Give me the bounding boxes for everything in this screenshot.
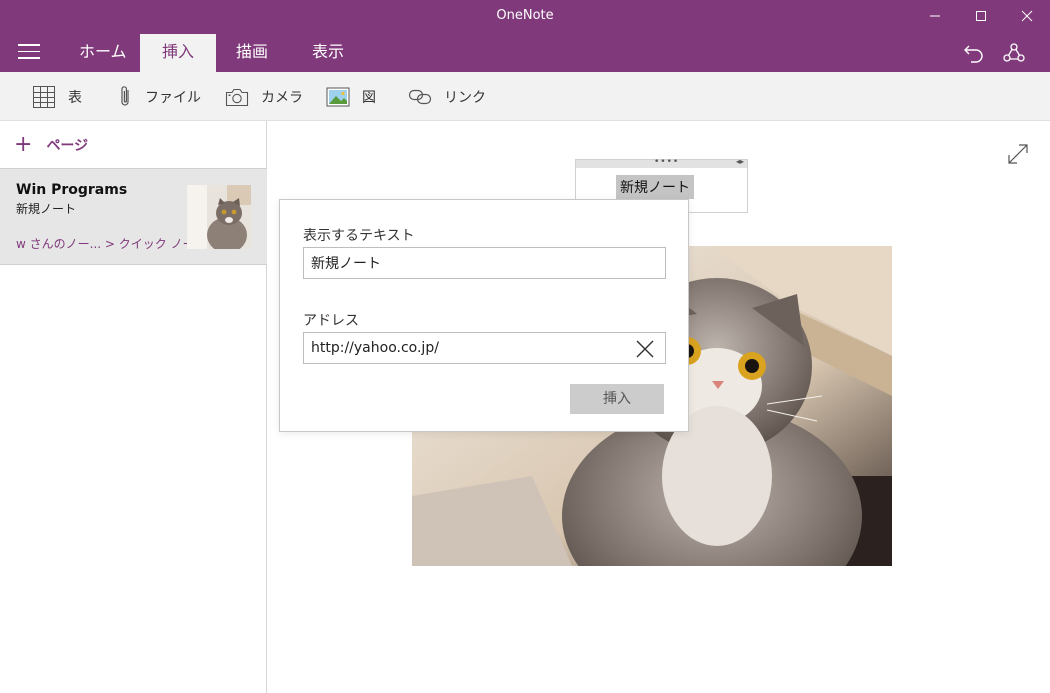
insert-file-label: ファイル (145, 89, 201, 106)
paperclip-icon (119, 85, 133, 109)
tab-draw[interactable]: 描画 (216, 34, 288, 72)
maximize-button[interactable] (958, 0, 1004, 32)
page-list-pane: + ページ Win Programs 新規ノート w さんのノー... > クイ… (0, 121, 267, 693)
insert-link-label: リンク (444, 89, 486, 106)
minimize-button[interactable] (912, 0, 958, 32)
tab-view[interactable]: 表示 (292, 34, 364, 72)
picture-icon (326, 87, 350, 107)
plus-icon: + (14, 132, 33, 157)
maximize-icon (976, 11, 986, 21)
undo-icon[interactable] (962, 42, 986, 64)
page-list-item[interactable]: Win Programs 新規ノート w さんのノー... > クイック ノート (0, 168, 267, 265)
close-window-button[interactable] (1004, 0, 1050, 32)
insert-table-label: 表 (68, 89, 82, 106)
insert-link-submit-button[interactable]: 挿入 (570, 384, 664, 414)
ribbon-tab-bar: ホーム 挿入 描画 表示 (0, 34, 1050, 72)
page-location-path: w さんのノー... > クイック ノート (16, 237, 207, 251)
insert-camera-button[interactable]: カメラ (225, 72, 303, 121)
insert-picture-label: 図 (362, 89, 376, 106)
insert-file-button[interactable]: ファイル (119, 72, 201, 121)
link-icon (408, 87, 432, 107)
drag-dots-icon: •••• (654, 157, 680, 167)
add-page-label: ページ (46, 138, 89, 154)
display-text-input[interactable] (303, 247, 666, 279)
hamburger-menu-icon[interactable] (18, 44, 40, 62)
window-title: OneNote (496, 8, 554, 23)
insert-table-button[interactable]: 表 (32, 72, 82, 121)
resize-arrows-icon[interactable]: ◂▸ (736, 157, 744, 166)
share-icon[interactable] (1002, 42, 1026, 64)
title-bar: OneNote (0, 0, 1050, 34)
selected-note-text[interactable]: 新規ノート (616, 175, 694, 199)
page-title: Win Programs (16, 182, 128, 198)
table-icon (32, 85, 56, 109)
insert-toolbar: 表 ファイル カメラ 図 リンク (0, 72, 1050, 121)
address-input[interactable] (303, 332, 666, 364)
display-text-label: 表示するテキスト (303, 228, 415, 244)
tab-insert[interactable]: 挿入 (140, 34, 216, 72)
close-icon (1021, 10, 1033, 22)
minimize-icon (930, 15, 940, 17)
expand-icon[interactable] (1006, 142, 1030, 166)
insert-picture-button[interactable]: 図 (326, 72, 376, 121)
tab-home[interactable]: ホーム (59, 34, 147, 72)
add-page-button[interactable]: + ページ (14, 133, 88, 157)
camera-icon (225, 87, 249, 107)
page-preview-text: 新規ノート (16, 202, 77, 216)
page-thumbnail (187, 185, 251, 249)
insert-link-button[interactable]: リンク (408, 72, 486, 121)
insert-camera-label: カメラ (261, 89, 303, 106)
note-container-drag-handle[interactable]: •••• ◂▸ (576, 157, 747, 168)
address-label: アドレス (303, 313, 359, 329)
link-dialog: 表示するテキスト アドレス 挿入 (279, 199, 689, 432)
clear-address-icon[interactable] (635, 339, 655, 359)
